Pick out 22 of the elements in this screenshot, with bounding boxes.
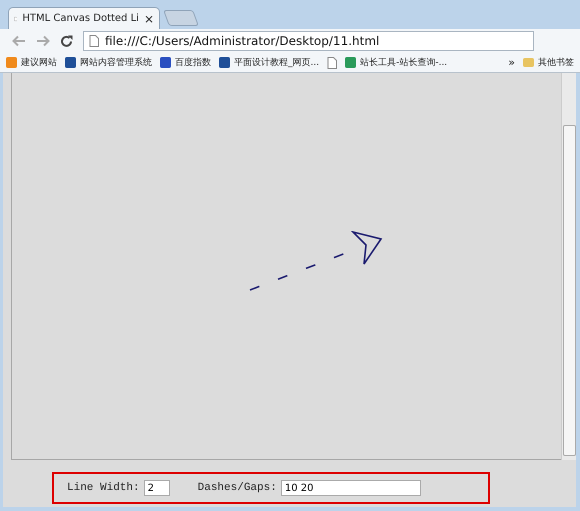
bookmark-link[interactable]: 网站内容管理系统 [65, 56, 152, 69]
browser-tab[interactable]: HTML Canvas Dotted Li × [8, 7, 160, 29]
more-bookmarks-button[interactable]: » [508, 56, 515, 69]
control-label: Dashes/Gaps: [198, 482, 277, 494]
bookmark-link[interactable]: 平面设计教程_网页... [219, 56, 320, 69]
bookmark-icon[interactable] [327, 56, 338, 68]
other-bookmarks-folder[interactable]: 其他书签 [523, 56, 574, 69]
back-icon[interactable] [12, 35, 26, 47]
input-field[interactable]: 2 [144, 480, 170, 496]
forward-icon[interactable] [36, 35, 50, 47]
input-field[interactable]: 10 20 [280, 480, 421, 496]
new-tab-button[interactable] [163, 10, 199, 26]
bookmark-link[interactable]: 百度指数 [160, 56, 211, 69]
tab-title: HTML Canvas Dotted Li [22, 13, 139, 24]
bookmark-link[interactable]: 站长工具-站长查询-... [345, 56, 448, 69]
address-field[interactable]: file:///C:/Users/Administrator/Desktop/11.html [83, 31, 534, 51]
bookmark-link[interactable]: 建议网站 [6, 56, 57, 69]
close-tab-button[interactable]: × [144, 12, 154, 26]
url-text: file:///C:/Users/Administrator/Desktop/11.html [105, 34, 380, 48]
control-label: Line Width: [67, 482, 140, 494]
scrollbar[interactable] [561, 73, 576, 460]
reload-icon[interactable] [60, 34, 73, 48]
